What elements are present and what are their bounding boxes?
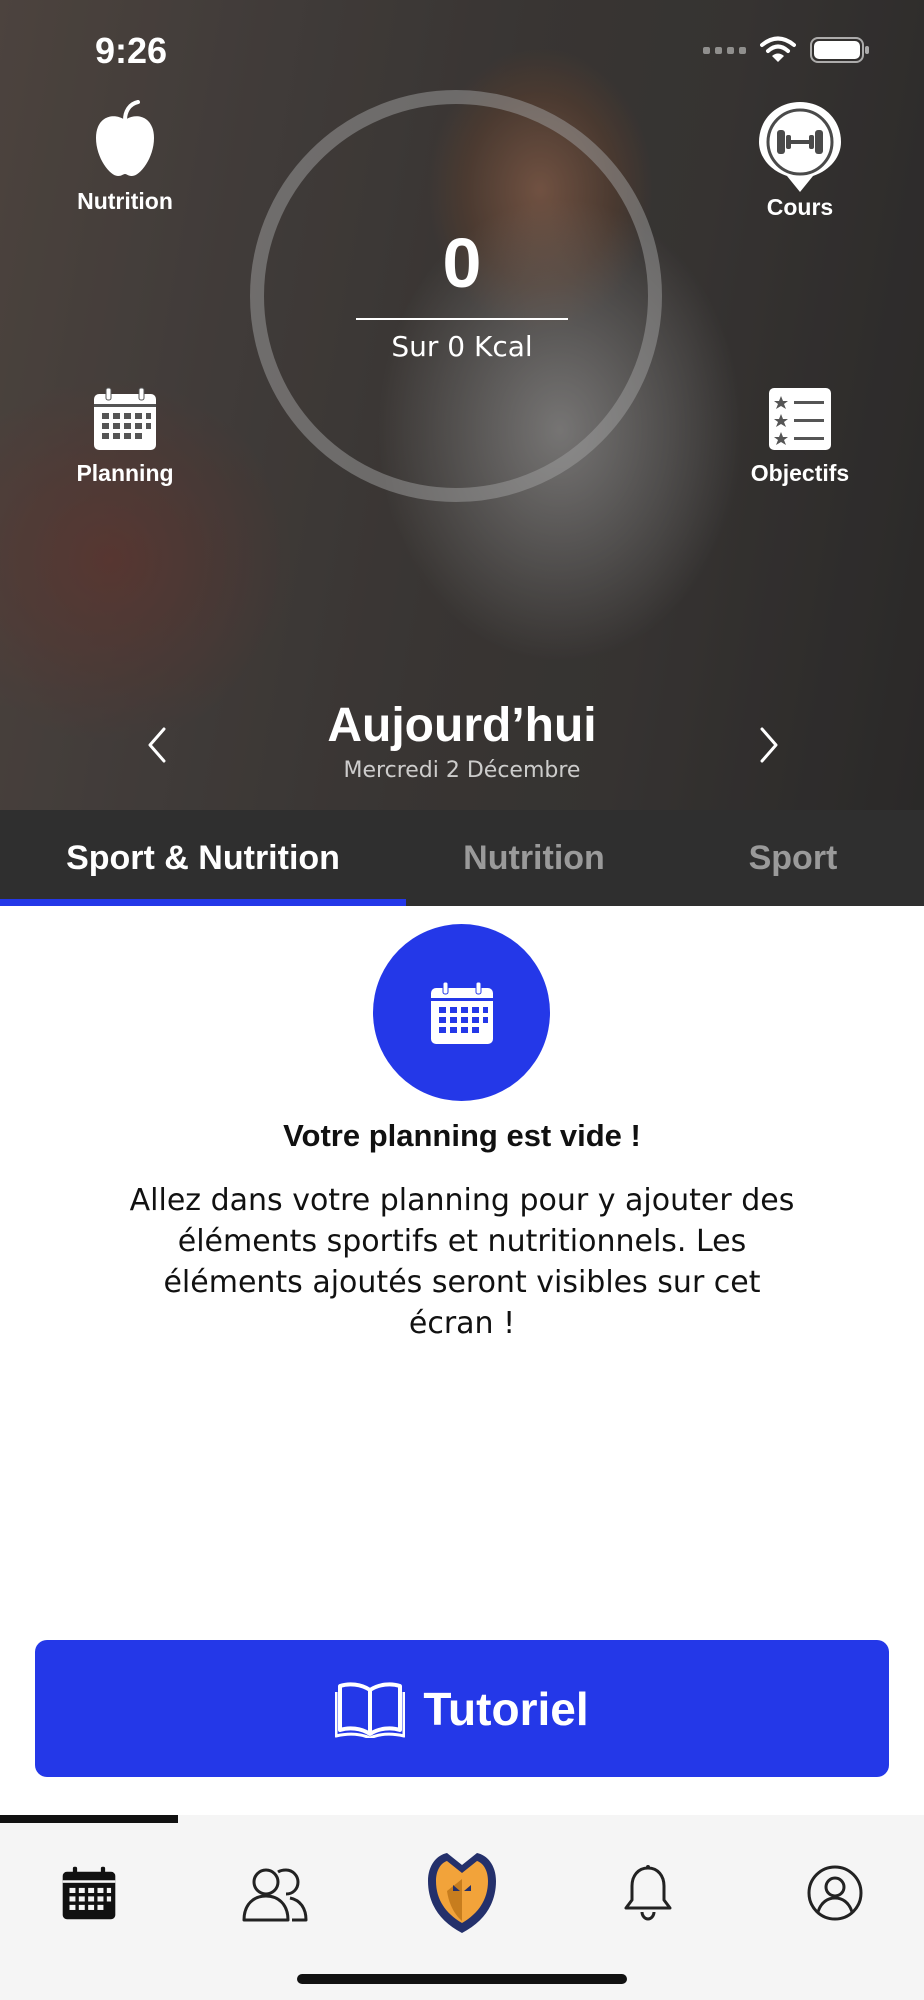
signal-icon [703, 46, 746, 54]
community-icon [242, 1868, 308, 1922]
open-book-icon [335, 1681, 406, 1738]
hero-header: 9:26 0 Sur 0 Kcal Nutrition Cours Planni… [0, 0, 924, 810]
home-indicator [297, 1974, 627, 1984]
empty-state-badge [373, 924, 550, 1101]
tab-active-indicator [0, 899, 406, 906]
dumbbell-pin-icon [759, 102, 841, 192]
app-logo-icon [428, 1853, 496, 1933]
calorie-divider [356, 318, 568, 320]
planning-label: Planning [76, 460, 174, 486]
calendar-icon [94, 387, 156, 450]
battery-icon [810, 37, 869, 63]
calendar-icon [62, 1866, 116, 1920]
profile-icon [807, 1865, 863, 1921]
apple-icon [96, 100, 154, 176]
tab-sport-nutrition[interactable]: Sport & Nutrition [0, 810, 406, 906]
planning-shortcut[interactable]: Planning [60, 386, 190, 487]
tab-bar: Sport & Nutrition Nutrition Sport [0, 810, 924, 906]
tab-sport[interactable]: Sport [662, 810, 924, 906]
status-icons [703, 36, 870, 64]
nav-item-community[interactable] [215, 1843, 335, 1943]
tab-nutrition[interactable]: Nutrition [406, 810, 662, 906]
nav-active-indicator [0, 1815, 178, 1823]
tutorial-label: Tutoriel [423, 1682, 589, 1735]
objectifs-label: Objectifs [750, 460, 850, 486]
bell-icon [624, 1865, 672, 1921]
empty-state-message: Allez dans votre planning pour y ajouter… [129, 1183, 795, 1341]
bottom-nav [0, 1815, 924, 2000]
nutrition-label: Nutrition [77, 188, 173, 214]
objectifs-shortcut[interactable]: Objectifs [740, 386, 860, 487]
calendar-icon [430, 981, 493, 1044]
cours-label: Cours [766, 194, 834, 220]
empty-state-title: Votre planning est vide ! [283, 1118, 641, 1153]
tutorial-button[interactable]: Tutoriel [35, 1640, 889, 1777]
status-time: 9:26 [95, 30, 168, 71]
nav-item-home[interactable] [402, 1843, 522, 1943]
chevron-right-icon[interactable] [748, 723, 788, 767]
calorie-value: 0 [442, 224, 482, 302]
nav-item-notifications[interactable] [588, 1843, 708, 1943]
checklist-icon [769, 388, 831, 450]
calorie-target: Sur 0 Kcal [391, 330, 533, 363]
nutrition-shortcut[interactable]: Nutrition [60, 100, 190, 215]
wifi-icon [760, 36, 796, 62]
cours-shortcut[interactable]: Cours [740, 100, 860, 221]
nav-item-profile[interactable] [775, 1843, 895, 1943]
nav-item-calendar[interactable] [29, 1843, 149, 1943]
